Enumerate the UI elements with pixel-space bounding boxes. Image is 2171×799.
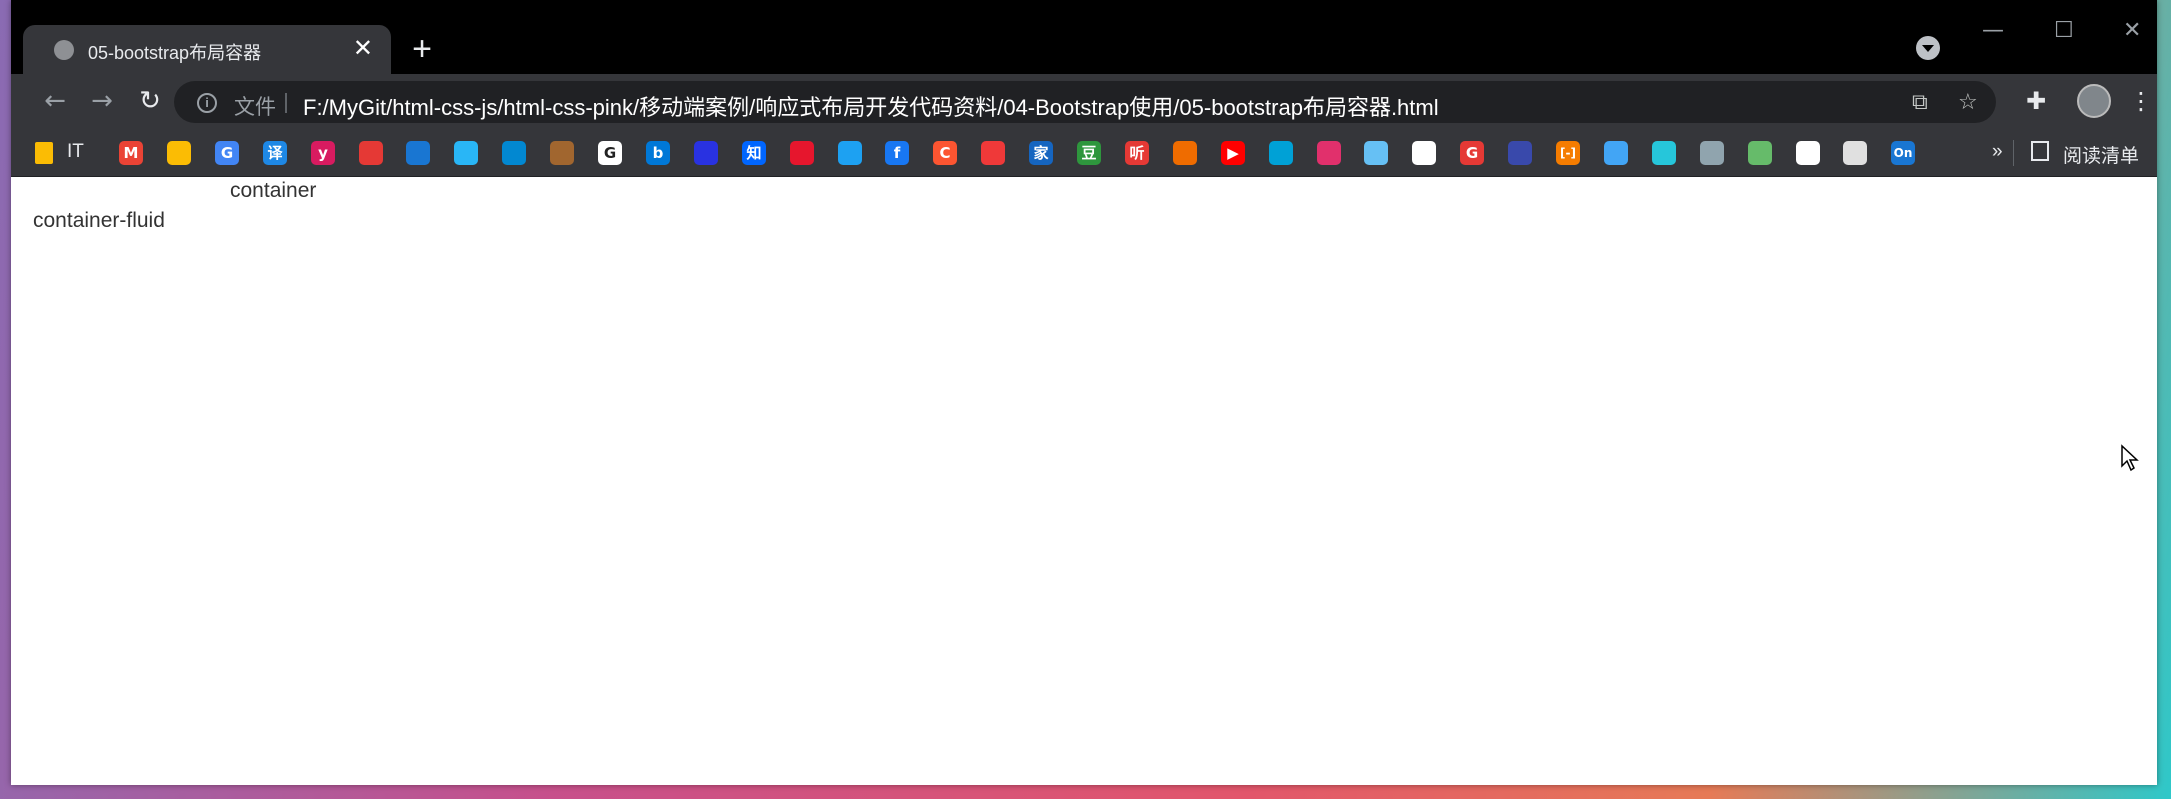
address-bar[interactable]: i 文件 F:/MyGit/html-css-js/html-css-pink/… [174,81,1996,123]
globe-icon [54,40,74,60]
bookmark-csdn-icon[interactable]: C [933,141,957,165]
bookmark-chrome-icon[interactable] [167,141,191,165]
bookmark-bracket-icon[interactable]: [-] [1556,141,1580,165]
divider [285,93,287,113]
bookmark-star-icon[interactable]: ☆ [1958,89,1978,115]
bookmark-ting-icon[interactable]: 听 [1125,141,1149,165]
divider [2013,140,2014,166]
bookmark-jia-icon[interactable]: 家 [1029,141,1053,165]
bookmark-vivaldi-icon[interactable] [981,141,1005,165]
scheme-label: 文件 [234,96,276,119]
bookmark-dark-globe-icon[interactable] [1508,141,1532,165]
bookmark-yuque-icon[interactable]: y [311,141,335,165]
bookmark-google-translate-icon[interactable]: G [215,141,239,165]
bookmark-github-icon[interactable] [1412,141,1436,165]
new-tab-button[interactable]: + [402,30,442,68]
bookmark-acorn-icon[interactable] [550,141,574,165]
bookmark-cloud-icon[interactable] [502,141,526,165]
bookmark-bird-icon[interactable] [1652,141,1676,165]
bookmark-bilibili-icon[interactable] [1269,141,1293,165]
folder-icon[interactable] [35,142,53,164]
bookmark-box-icon[interactable] [1843,141,1867,165]
bookmark-steam-icon[interactable] [1364,141,1388,165]
container-fluid-block: container-fluid [33,209,165,232]
bookmark-codepen-icon[interactable] [1796,141,1820,165]
bookmark-folder-label[interactable]: IT [67,141,84,163]
mouse-cursor-icon [2121,444,2139,472]
bookmark-douban-icon[interactable]: 豆 [1077,141,1101,165]
reading-list-icon[interactable] [2031,141,2049,161]
maximize-icon[interactable]: ☐ [2054,18,2074,43]
toolbar: ← → ↻ i 文件 F:/MyGit/html-css-js/html-css… [11,74,2157,130]
bookmark-zhihu-icon[interactable]: 知 [742,141,766,165]
reading-list-label[interactable]: 阅读清单 [2063,141,2139,168]
url-text[interactable]: F:/MyGit/html-css-js/html-css-pink/移动端案例… [303,90,1439,122]
bookmark-baidu-netdisk-icon[interactable] [454,141,478,165]
bookmark-youtube-icon[interactable]: ▶ [1221,141,1245,165]
bookmark-g-red-icon[interactable]: G [1460,141,1484,165]
bookmark-maps-icon[interactable] [359,141,383,165]
reload-button[interactable]: ↻ [132,86,168,116]
bookmark-google-icon[interactable]: G [598,141,622,165]
bookmark-instagram-icon[interactable] [1317,141,1341,165]
bookmark-globe-icon[interactable] [406,141,430,165]
bookmark-face-icon[interactable] [1173,141,1197,165]
bookmark-rocket-icon[interactable] [1700,141,1724,165]
tab-strip: 05-bootstrap布局容器 ✕ + — ☐ ✕ [11,0,2157,74]
back-button[interactable]: ← [37,86,73,116]
bookmark-weibo-icon[interactable] [790,141,814,165]
bookmark-bing-icon[interactable]: b [646,141,670,165]
menu-icon[interactable]: ⋮ [2129,87,2153,116]
tab-title: 05-bootstrap布局容器 [88,43,262,63]
browser-window: 05-bootstrap布局容器 ✕ + — ☐ ✕ ← → ↻ i 文件 F:… [11,0,2157,785]
page-content: container container-fluid [11,177,2157,785]
bookmark-hat-icon[interactable] [1748,141,1772,165]
bookmark-facebook-icon[interactable]: f [885,141,909,165]
tab-close-icon[interactable]: ✕ [353,35,373,63]
close-window-icon[interactable]: ✕ [2123,18,2141,43]
avatar[interactable] [2077,84,2111,118]
bookmark-baidu-icon[interactable] [694,141,718,165]
bookmarks-overflow-icon[interactable]: » [1992,141,2003,163]
extensions-icon[interactable]: ✚ [2026,87,2046,116]
info-icon[interactable]: i [197,93,217,113]
tab-search-icon[interactable] [1916,36,1940,60]
bookmark-youdao-translate-icon[interactable]: 译 [263,141,287,165]
forward-button[interactable]: → [84,86,120,116]
bookmark-on-icon[interactable]: On [1891,141,1915,165]
bookmark-cloud-outline-icon[interactable] [1604,141,1628,165]
translate-icon[interactable]: ⧉ [1912,89,1928,115]
active-tab[interactable]: 05-bootstrap布局容器 ✕ [23,25,391,74]
bookmarks-bar: IT M G 译 y Gb 知 f C 家豆听 ▶ G [-] On » 阅读清单 [11,130,2157,177]
minimize-icon[interactable]: — [1982,18,2004,43]
bookmark-gmail-icon[interactable]: M [119,141,143,165]
bookmark-twitter-icon[interactable] [838,141,862,165]
container-block: container [230,179,317,202]
